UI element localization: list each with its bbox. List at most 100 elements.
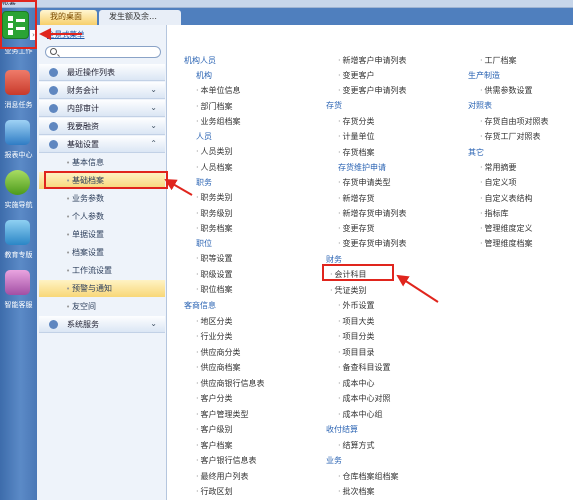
archive-link[interactable]: 人员类别 <box>196 146 233 157</box>
clock-icon <box>49 68 58 77</box>
menu-search-input[interactable] <box>45 46 161 58</box>
archive-link[interactable]: 仓库档案组档案 <box>338 471 399 482</box>
archive-link[interactable]: 职等设置 <box>196 253 233 264</box>
report-icon <box>5 120 30 145</box>
archive-link[interactable]: 职位档案 <box>196 284 233 295</box>
sub-heading: 机构 <box>196 71 212 80</box>
menu-group-label: 最近操作列表 <box>67 68 115 77</box>
archive-link[interactable]: 客户管理类型 <box>196 409 249 420</box>
chevron-down-icon: ⌄ <box>150 85 157 94</box>
archive-link[interactable]: 职务档案 <box>196 223 233 234</box>
archive-link[interactable]: 客户档案 <box>196 440 233 451</box>
archive-link[interactable]: 业务组档案 <box>196 116 241 127</box>
financing-icon <box>49 122 58 131</box>
archive-link[interactable]: 计量单位 <box>338 131 375 142</box>
archive-link[interactable]: 客户分类 <box>196 393 233 404</box>
menu-item-workflow-settings[interactable]: • 工作流设置 <box>39 262 165 279</box>
tab-balance[interactable]: 发生额及余… <box>99 10 181 25</box>
archive-link[interactable]: 成本中心组 <box>338 409 383 420</box>
bullet-icon: • <box>66 285 71 293</box>
archive-link[interactable]: 管理维度档案 <box>480 238 533 249</box>
settings-icon <box>49 140 58 149</box>
archive-link[interactable]: 自定义项 <box>480 177 517 188</box>
archive-link[interactable]: 行业分类 <box>196 331 233 342</box>
archive-link[interactable]: 变更存货申请列表 <box>338 238 407 249</box>
archive-link[interactable]: 供应商档案 <box>196 362 241 373</box>
title-bar: 帐套 <box>0 0 573 8</box>
archive-link[interactable]: 项目分类 <box>338 331 375 342</box>
menu-item-alerts[interactable]: • 预警与通知 <box>39 280 165 297</box>
archive-link[interactable]: 变更客户申请列表 <box>338 85 407 96</box>
archive-link[interactable]: 结算方式 <box>338 440 375 451</box>
menu-group-recent[interactable]: 最近操作列表 <box>39 64 165 81</box>
archive-link[interactable]: 最终用户列表 <box>196 471 249 482</box>
annotation-box-accounting-subject <box>322 264 394 281</box>
archive-link[interactable]: 新增客户申请列表 <box>338 55 407 66</box>
archive-link[interactable]: 地区分类 <box>196 316 233 327</box>
menu-group-system-service[interactable]: 系统服务 ⌄ <box>39 316 165 333</box>
menu-group-financing[interactable]: 我要融资 ⌄ <box>39 118 165 135</box>
archive-link[interactable]: 人员档案 <box>196 162 233 173</box>
sub-heading: 存货维护申请 <box>338 163 386 172</box>
tab-my-desktop[interactable]: 我的桌面 <box>40 10 97 25</box>
menu-group-audit[interactable]: 内部审计 ⌄ <box>39 100 165 117</box>
archive-link[interactable]: 行政区划 <box>196 486 233 497</box>
archive-link[interactable]: 变更客户 <box>338 70 375 81</box>
archive-link[interactable]: 存货自由项对照表 <box>480 116 549 127</box>
bullet-icon: • <box>66 213 71 221</box>
archive-link[interactable]: 批次档案 <box>338 486 375 497</box>
full-menu-link[interactable]: 全景式菜单 <box>47 29 85 40</box>
menu-item-archive-settings[interactable]: • 档案设置 <box>39 244 165 261</box>
archive-link[interactable]: 存货申请类型 <box>338 177 391 188</box>
archive-link[interactable]: 新增存货 <box>338 193 375 204</box>
archive-link[interactable]: 供应商银行信息表 <box>196 378 265 389</box>
bullet-icon: • <box>66 303 71 311</box>
annotation-box-workbench <box>0 0 37 49</box>
archive-link[interactable]: 管理维度定义 <box>480 223 533 234</box>
menu-group-label: 基础设置 <box>67 140 99 149</box>
menu-group-finance[interactable]: 财务会计 ⌄ <box>39 82 165 99</box>
bullet-icon: • <box>66 267 71 275</box>
menu-item-basic-info[interactable]: • 基本信息 <box>39 154 165 171</box>
section-heading: 业务 <box>326 456 342 465</box>
finance-icon <box>49 86 58 95</box>
archive-link[interactable]: 本单位信息 <box>196 85 241 96</box>
archive-link[interactable]: 自定义表结构 <box>480 193 533 204</box>
archive-link[interactable]: 存货工厂对照表 <box>480 131 541 142</box>
menu-item-business-params[interactable]: • 业务参数 <box>39 190 165 207</box>
archive-link[interactable]: 成本中心 <box>338 378 375 389</box>
menu-group-basic-settings[interactable]: 基础设置 ⌃ <box>39 136 165 153</box>
archive-link[interactable]: 常用摘要 <box>480 162 517 173</box>
archive-link[interactable]: 项目大类 <box>338 316 375 327</box>
archive-link[interactable]: 客户银行信息表 <box>196 455 257 466</box>
archive-link[interactable]: 新增存货申请列表 <box>338 208 407 219</box>
bullet-icon: • <box>66 231 71 239</box>
archive-link[interactable]: 职务级别 <box>196 208 233 219</box>
archive-link[interactable]: 存货档案 <box>338 147 375 158</box>
archive-link[interactable]: 成本中心对照 <box>338 393 391 404</box>
section-heading: 生产制造 <box>468 71 500 80</box>
menu-item-personal-params[interactable]: • 个人参数 <box>39 208 165 225</box>
compass-icon <box>5 170 30 195</box>
menu-item-friend-space[interactable]: • 友空间 <box>39 298 165 315</box>
archive-link[interactable]: 职务类别 <box>196 192 233 203</box>
archive-link[interactable]: 变更存货 <box>338 223 375 234</box>
archive-link[interactable]: 项目目录 <box>338 347 375 358</box>
menu-item-label: 业务参数 <box>72 194 104 203</box>
archive-link[interactable]: 部门档案 <box>196 101 233 112</box>
archive-link[interactable]: 凭证类别 <box>330 285 367 296</box>
archive-link[interactable]: 客户级别 <box>196 424 233 435</box>
chevron-down-icon: ⌄ <box>150 103 157 112</box>
archive-link[interactable]: 工厂档案 <box>480 55 517 66</box>
archive-link[interactable]: 指标库 <box>480 208 509 219</box>
archive-link[interactable]: 备查科目设置 <box>338 362 391 373</box>
archive-link[interactable]: 存货分类 <box>338 116 375 127</box>
menu-group-label: 财务会计 <box>67 86 99 95</box>
archive-link[interactable]: 外币设置 <box>338 300 375 311</box>
archive-link[interactable]: 供应商分类 <box>196 347 241 358</box>
archive-link[interactable]: 职级设置 <box>196 269 233 280</box>
menu-item-voucher-settings[interactable]: • 单据设置 <box>39 226 165 243</box>
chevron-up-icon: ⌃ <box>150 139 157 148</box>
message-icon <box>5 70 30 95</box>
archive-link[interactable]: 供需参数设置 <box>480 85 533 96</box>
